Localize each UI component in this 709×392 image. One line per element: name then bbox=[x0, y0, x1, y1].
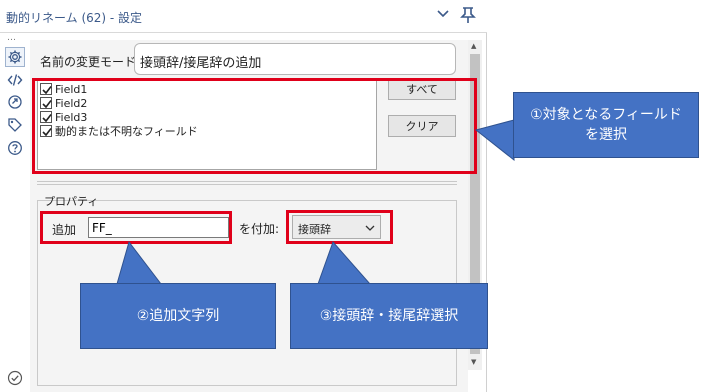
callout-prefix-suffix: ③接頭辞・接尾辞選択 bbox=[290, 283, 488, 349]
callout-select-fields: ①対象となるフィールド を選択 bbox=[513, 92, 699, 158]
callout1-pointer bbox=[474, 119, 515, 162]
callout2-pointer bbox=[116, 240, 163, 285]
callout2-text: ②追加文字列 bbox=[136, 308, 220, 324]
callout1-line1: ①対象となるフィールド bbox=[530, 107, 682, 123]
callout3-text: ③接頭辞・接尾辞選択 bbox=[319, 308, 459, 324]
screenshot-root: 動的リネーム (62) - 設定 … ▲ ▼ 名前の変更モード: 接頭辞/接尾辞… bbox=[0, 0, 709, 392]
callout-add-string: ②追加文字列 bbox=[80, 283, 276, 349]
callout1-line2: を選択 bbox=[585, 127, 627, 143]
callout3-pointer bbox=[317, 241, 372, 285]
